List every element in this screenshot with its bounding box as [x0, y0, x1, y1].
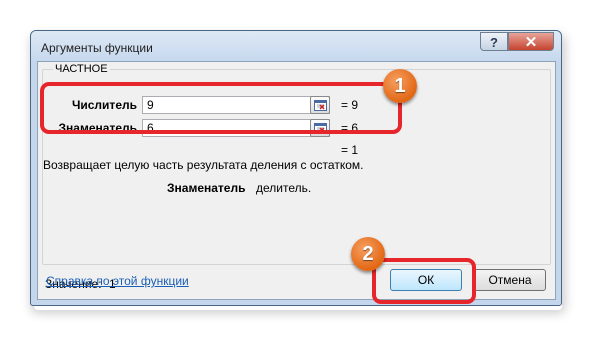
ok-highlight — [372, 258, 476, 304]
formula-result: = 1 — [341, 143, 359, 157]
help-button[interactable]: ? — [480, 32, 508, 51]
arguments-highlight — [40, 82, 402, 134]
step-badge-2: 2 — [351, 237, 385, 271]
function-arguments-dialog: Аргументы функции ? ✕ ЧАСТНОЕ Числитель … — [30, 30, 562, 306]
arg-help-name: Знаменатель — [167, 181, 246, 195]
step-badge-1: 1 — [383, 69, 417, 103]
dialog-title: Аргументы функции — [41, 41, 153, 55]
title-bar[interactable]: Аргументы функции ? ✕ — [31, 31, 561, 61]
cancel-button[interactable]: Отмена — [474, 269, 546, 291]
function-help-link[interactable]: Справка по этой функции — [46, 274, 189, 288]
function-description: Возвращает целую часть результата делени… — [43, 158, 364, 172]
close-button[interactable]: ✕ — [508, 32, 554, 51]
arg-help-text: делитель. — [256, 181, 312, 195]
function-name: ЧАСТНОЕ — [53, 63, 110, 75]
